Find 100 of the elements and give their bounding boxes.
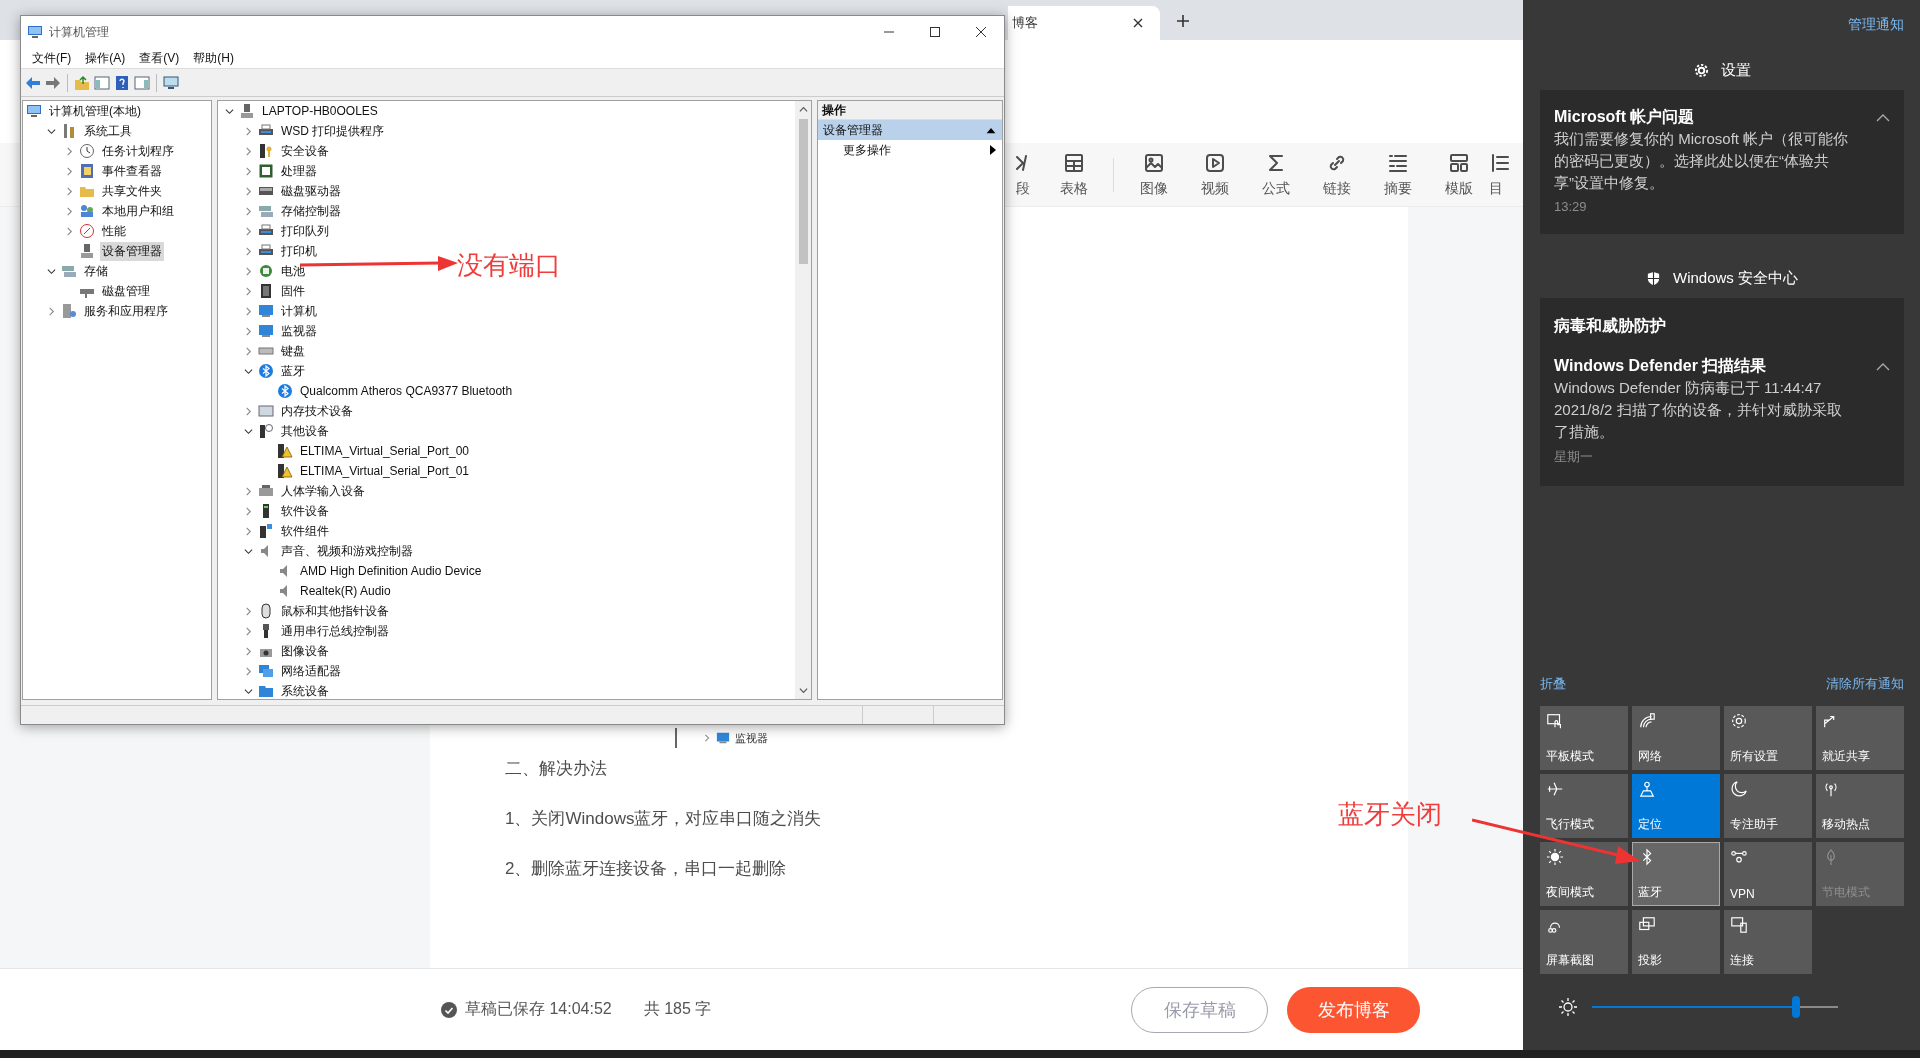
tree-item[interactable]: 设备管理器 — [100, 241, 164, 261]
chevron-right-icon[interactable] — [244, 406, 253, 416]
tree-item[interactable]: 人体学输入设备 — [279, 481, 367, 501]
close-icon[interactable] — [975, 26, 987, 38]
scrollbar-thumb[interactable] — [798, 119, 808, 264]
tree-item[interactable]: 安全设备 — [279, 141, 331, 161]
tree-item[interactable]: 共享文件夹 — [100, 181, 164, 201]
toolbar-label[interactable]: 图像 — [1139, 179, 1168, 198]
tree-item[interactable]: 任务计划程序 — [100, 141, 176, 161]
slider-thumb[interactable] — [1792, 996, 1801, 1018]
tree-item[interactable]: AMD High Definition Audio Device — [298, 563, 484, 579]
tree-item[interactable]: 内存技术设备 — [279, 401, 355, 421]
chevron-right-icon[interactable] — [65, 206, 74, 216]
chevron-right-icon[interactable] — [244, 226, 253, 236]
tree-item[interactable]: LAPTOP-HB0OOLES — [260, 103, 380, 119]
chevron-right-icon[interactable] — [244, 166, 253, 176]
chevron-right-icon[interactable] — [244, 246, 253, 256]
menu-item[interactable]: 帮助(H) — [186, 49, 241, 67]
browser-tab[interactable]: 博客 — [1008, 6, 1160, 40]
tree-item[interactable]: 事件查看器 — [100, 161, 164, 181]
list-icon[interactable] — [1489, 151, 1511, 174]
chevron-down-icon[interactable] — [47, 126, 56, 136]
chevron-right-icon[interactable] — [244, 126, 253, 136]
chevron-up-icon[interactable] — [1876, 114, 1890, 122]
chevron-right-icon[interactable] — [244, 666, 253, 676]
action-pane-icon[interactable] — [134, 74, 150, 91]
monitor-icon[interactable] — [163, 74, 179, 91]
chevron-right-icon[interactable] — [47, 306, 56, 316]
tree-item[interactable]: 磁盘驱动器 — [279, 181, 343, 201]
tree-item[interactable]: 软件设备 — [279, 501, 331, 521]
chevron-right-icon[interactable] — [65, 226, 74, 236]
chevron-right-icon[interactable] — [244, 346, 253, 356]
quick-action-tile[interactable]: 蓝牙 — [1632, 842, 1720, 906]
toolbar-label[interactable]: 段 — [1016, 179, 1030, 198]
plus-icon[interactable] — [1176, 14, 1190, 28]
close-icon[interactable] — [1132, 17, 1144, 29]
video-icon[interactable] — [1203, 151, 1226, 174]
tree-item[interactable]: WSD 打印提供程序 — [279, 121, 387, 141]
tree-item[interactable]: 服务和应用程序 — [82, 301, 170, 321]
chevron-right-icon[interactable] — [244, 206, 253, 216]
tree-item[interactable]: 固件 — [279, 281, 307, 301]
tree-pane-icon[interactable] — [94, 74, 110, 91]
table-icon[interactable] — [1062, 151, 1085, 174]
forward-arrow-icon[interactable] — [45, 74, 61, 91]
toolbar-label[interactable]: 目 — [1489, 179, 1503, 198]
toolbar-label[interactable]: 表格 — [1059, 179, 1088, 198]
tree-item[interactable]: 打印队列 — [279, 221, 331, 241]
chevron-right-icon[interactable] — [65, 186, 74, 196]
tree-item[interactable]: 软件组件 — [279, 521, 331, 541]
chevron-right-icon[interactable] — [65, 166, 74, 176]
toolbar-label[interactable]: 模版 — [1444, 179, 1473, 198]
quick-action-tile[interactable]: 所有设置 — [1724, 706, 1812, 770]
tree-item[interactable]: 打印机 — [279, 241, 319, 261]
quick-action-tile[interactable]: 平板模式 — [1540, 706, 1628, 770]
tree-item[interactable]: 计算机 — [279, 301, 319, 321]
toolbar-label[interactable]: 视频 — [1200, 179, 1229, 198]
tree-item[interactable]: 通用串行总线控制器 — [279, 621, 391, 641]
help-icon[interactable] — [114, 74, 130, 91]
menu-item[interactable]: 操作(A) — [78, 49, 133, 67]
quick-action-tile[interactable]: 投影 — [1632, 910, 1720, 974]
quick-action-tile[interactable]: 就近共享 — [1816, 706, 1904, 770]
chevron-right-icon[interactable] — [244, 506, 253, 516]
tree-item[interactable]: 蓝牙 — [279, 361, 307, 381]
tree-item[interactable]: 系统工具 — [82, 121, 134, 141]
quick-action-tile[interactable]: 屏幕截图 — [1540, 910, 1628, 974]
toolbar-label[interactable]: 公式 — [1261, 179, 1290, 198]
quick-action-tile[interactable]: 移动热点 — [1816, 774, 1904, 838]
folder-up-icon[interactable] — [74, 74, 90, 91]
chevron-right-icon[interactable] — [244, 146, 253, 156]
tree-item[interactable]: 监视器 — [279, 321, 319, 341]
clear-all-link[interactable]: 清除所有通知 — [1826, 675, 1904, 693]
chevron-right-icon[interactable] — [244, 266, 253, 276]
chevron-right-icon[interactable] — [244, 286, 253, 296]
chevron-right-icon[interactable] — [244, 606, 253, 616]
tree-item[interactable]: 存储 — [82, 261, 110, 281]
menu-item[interactable]: 查看(V) — [132, 49, 187, 67]
tree-item[interactable]: 其他设备 — [279, 421, 331, 441]
chevron-down-icon[interactable] — [47, 266, 56, 276]
tree-item[interactable]: 性能 — [100, 221, 128, 241]
quick-action-tile[interactable]: VPN — [1724, 842, 1812, 906]
triangle-up-icon[interactable] — [986, 126, 996, 134]
tree-item[interactable]: 键盘 — [279, 341, 307, 361]
tree-item[interactable]: 本地用户和组 — [100, 201, 176, 221]
action-link[interactable]: 更多操作 — [843, 141, 891, 159]
tree-item[interactable]: 存储控制器 — [279, 201, 343, 221]
chevron-right-icon[interactable] — [244, 306, 253, 316]
chevron-down-icon[interactable] — [244, 366, 253, 376]
tree-item[interactable]: 鼠标和其他指针设备 — [279, 601, 391, 621]
tree-item[interactable]: 系统设备 — [279, 681, 331, 699]
collapse-link[interactable]: 折叠 — [1540, 675, 1566, 693]
chevron-down-icon[interactable] — [244, 686, 253, 696]
chevron-down-icon[interactable] — [244, 426, 253, 436]
tree-item[interactable]: Realtek(R) Audio — [298, 583, 393, 599]
tree-item[interactable]: 图像设备 — [279, 641, 331, 661]
quick-action-tile[interactable]: 专注助手 — [1724, 774, 1812, 838]
tree-item[interactable]: ELTIMA_Virtual_Serial_Port_00 — [298, 443, 471, 459]
action-section[interactable]: 设备管理器 — [818, 120, 1002, 140]
chevron-right-icon[interactable] — [244, 486, 253, 496]
chevron-right-icon[interactable] — [65, 146, 74, 156]
quick-action-tile[interactable]: 连接 — [1724, 910, 1812, 974]
